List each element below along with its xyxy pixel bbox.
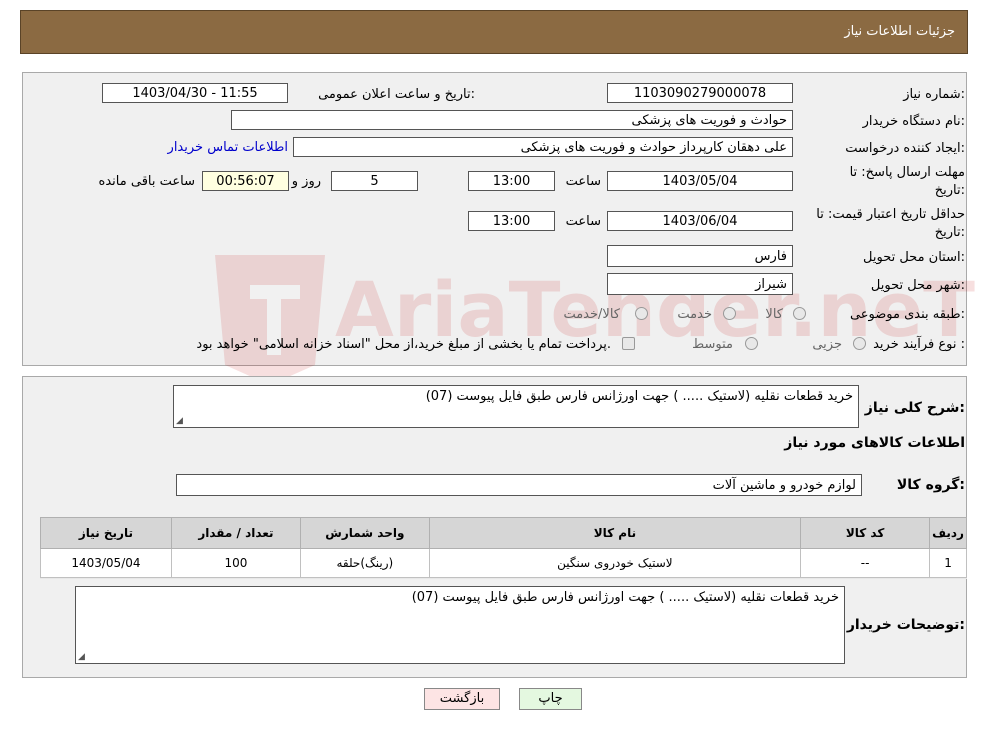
process-radio-medium[interactable] xyxy=(745,337,758,350)
cell-code: -- xyxy=(800,548,931,578)
print-button[interactable]: چاپ xyxy=(519,688,582,710)
city-label: شهر محل تحویل: xyxy=(870,278,965,293)
validity-label-line2: تاریخ: xyxy=(934,225,965,240)
validity-time-field: 13:00 xyxy=(468,211,555,231)
announce-field: 1403/04/30 - 11:55 xyxy=(102,83,288,103)
announce-label: تاریخ و ساعت اعلان عمومی: xyxy=(318,87,475,102)
cell-name: لاستیک خودروی سنگین xyxy=(428,548,802,578)
need-number-field: 1103090279000078 xyxy=(607,83,793,103)
days-field: 5 xyxy=(331,171,418,191)
category-option-service: خدمت xyxy=(677,307,712,322)
deadline-label-line1: مهلت ارسال پاسخ: تا xyxy=(849,165,965,180)
cell-row: 1 xyxy=(929,548,967,578)
col-date-header: تاریخ نیاز xyxy=(40,517,172,549)
col-unit-header: واحد شمارش xyxy=(300,517,430,549)
process-radio-minor[interactable] xyxy=(853,337,866,350)
validity-time-label: ساعت xyxy=(565,214,601,229)
buyer-notes-label: توضیحات خریدار: xyxy=(846,617,965,633)
process-label: نوع فرآیند خرید : xyxy=(873,337,965,352)
buyer-org-field: حوادث و فوریت های پزشکی xyxy=(231,110,793,130)
need-number-label: شماره نیاز: xyxy=(903,87,965,102)
province-label: استان محل تحویل: xyxy=(863,250,965,265)
back-button[interactable]: بازگشت xyxy=(424,688,500,710)
resize-grip-icon[interactable]: ◢ xyxy=(176,416,183,426)
col-name-header: نام کالا xyxy=(428,517,802,549)
remaining-time-field: 00:56:07 xyxy=(202,171,289,191)
buyer-notes-text: خرید قطعات نقلیه (لاستیک ..... ) جهت اور… xyxy=(411,590,839,605)
cell-date: 1403/05/04 xyxy=(40,548,172,578)
category-option-goods: کالا xyxy=(765,307,783,322)
cell-qty: 100 xyxy=(170,548,302,578)
process-checkbox-treasury[interactable] xyxy=(622,337,635,350)
validity-date-field: 1403/06/04 xyxy=(607,211,793,231)
creator-field: علی دهقان کارپرداز حوادث و فوریت های پزش… xyxy=(293,137,793,157)
creator-label: ایجاد کننده درخواست: xyxy=(845,141,965,156)
items-table: ردیف کد کالا نام کالا واحد شمارش تعداد /… xyxy=(40,517,967,578)
buyer-org-label: نام دستگاه خریدار: xyxy=(862,114,965,129)
col-code-header: کد کالا xyxy=(800,517,931,549)
deadline-label-line2: تاریخ: xyxy=(934,183,965,198)
process-option-medium: متوسط xyxy=(692,337,733,352)
validity-label: حداقل تاریخ اعتبار قیمت: تا تاریخ: xyxy=(816,206,965,242)
category-radio-service[interactable] xyxy=(723,307,736,320)
summary-textarea: خرید قطعات نقلیه (لاستیک ..... ) جهت اور… xyxy=(173,385,859,428)
deadline-time-field: 13:00 xyxy=(468,171,555,191)
buyer-notes-textarea: خرید قطعات نقلیه (لاستیک ..... ) جهت اور… xyxy=(75,586,845,664)
contact-buyer-link[interactable]: اطلاعات تماس خریدار xyxy=(168,140,288,155)
remaining-label: ساعت باقی مانده xyxy=(98,174,195,189)
table-row: 1 -- لاستیک خودروی سنگین (رینگ)حلقه 100 … xyxy=(40,548,967,578)
category-label: طبقه بندی موضوعی: xyxy=(849,307,965,322)
cell-unit: (رینگ)حلقه xyxy=(300,548,430,578)
category-radio-goods[interactable] xyxy=(793,307,806,320)
summary-label: شرح کلی نیاز: xyxy=(864,400,965,416)
category-option-goods-service: کالا/خدمت xyxy=(563,307,620,322)
summary-text: خرید قطعات نقلیه (لاستیک ..... ) جهت اور… xyxy=(425,389,853,404)
deadline-date-field: 1403/05/04 xyxy=(607,171,793,191)
page-title: جزئیات اطلاعات نیاز xyxy=(844,24,955,39)
validity-label-line1: حداقل تاریخ اعتبار قیمت: تا xyxy=(816,207,965,222)
city-field: شیراز xyxy=(607,273,793,295)
col-qty-header: تعداد / مقدار xyxy=(170,517,302,549)
resize-grip-icon[interactable]: ◢ xyxy=(78,652,85,662)
process-option-minor: جزیی xyxy=(812,337,842,352)
goods-info-title: اطلاعات کالاهای مورد نیاز xyxy=(784,435,965,451)
process-note: پرداخت تمام یا بخشی از مبلغ خرید،از محل … xyxy=(196,337,611,352)
goods-group-label: گروه کالا: xyxy=(896,477,965,493)
col-row-header: ردیف xyxy=(929,517,967,549)
category-radio-goods-service[interactable] xyxy=(635,307,648,320)
goods-group-field: لوازم خودرو و ماشین آلات xyxy=(176,474,862,496)
days-label: روز و xyxy=(291,174,321,189)
province-field: فارس xyxy=(607,245,793,267)
page-header: جزئیات اطلاعات نیاز xyxy=(20,10,968,54)
items-table-wrap: ردیف کد کالا نام کالا واحد شمارش تعداد /… xyxy=(40,517,967,579)
items-table-header: ردیف کد کالا نام کالا واحد شمارش تعداد /… xyxy=(40,517,967,549)
deadline-time-label: ساعت xyxy=(565,174,601,189)
deadline-label: مهلت ارسال پاسخ: تا تاریخ: xyxy=(850,164,965,200)
